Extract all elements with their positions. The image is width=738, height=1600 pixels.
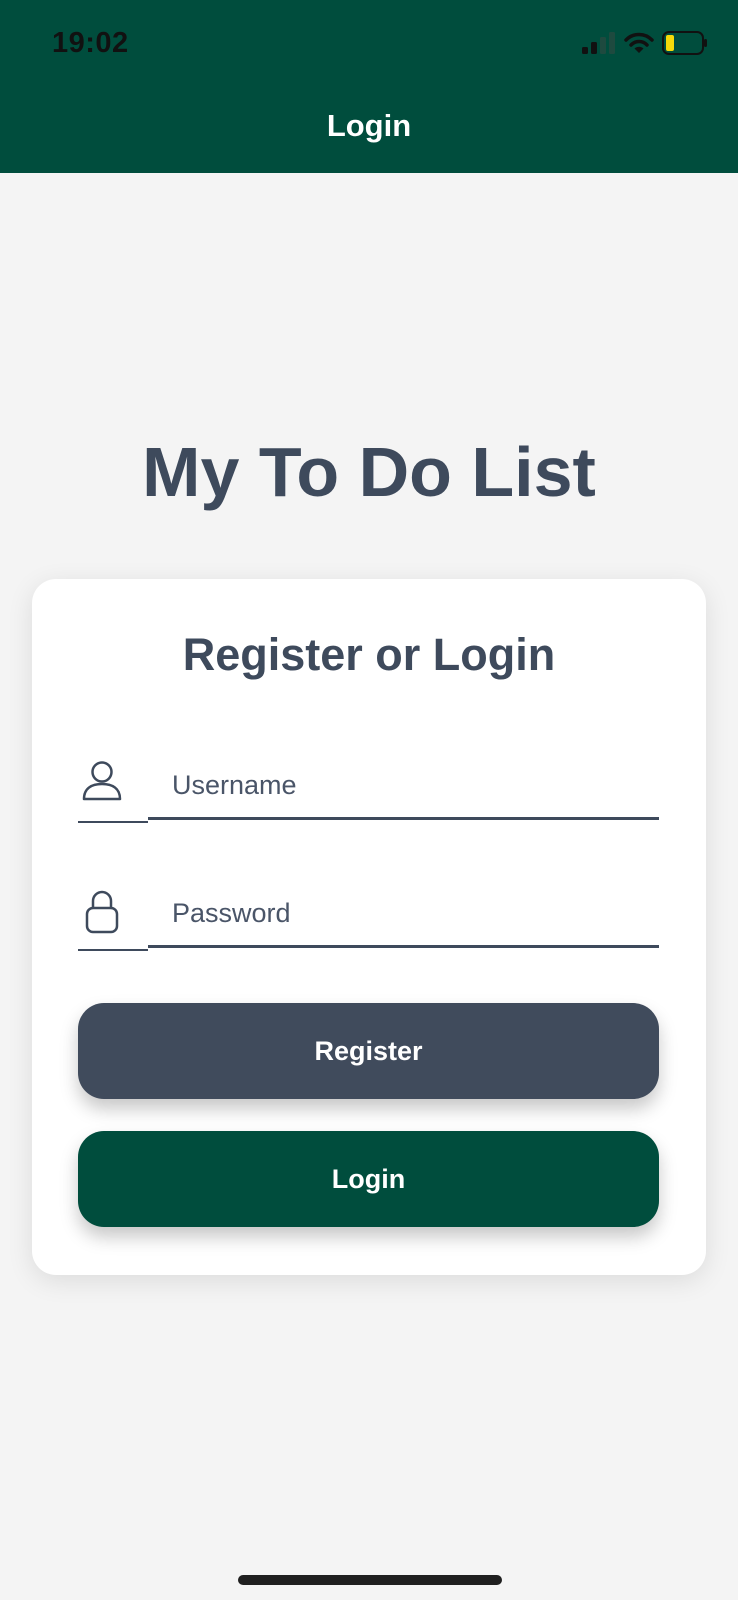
username-input[interactable] <box>148 753 659 820</box>
lock-icon <box>78 881 126 951</box>
password-icon-underline <box>78 949 148 951</box>
header-title: Login <box>326 108 412 143</box>
wifi-icon <box>624 32 654 59</box>
username-icon-underline <box>78 821 148 823</box>
register-button[interactable]: Register <box>78 1003 659 1099</box>
username-field <box>78 753 659 823</box>
card-title: Register or Login <box>182 629 556 680</box>
battery-low-icon <box>662 30 708 60</box>
login-card: Register or Login Register Login <box>32 579 706 1275</box>
login-button[interactable]: Login <box>78 1131 659 1227</box>
app-title: My To Do List <box>142 433 596 511</box>
home-indicator[interactable] <box>238 1575 502 1585</box>
status-icons <box>582 30 708 60</box>
app-header: 19:02 Login <box>0 0 738 173</box>
status-time: 19:02 <box>52 27 129 59</box>
password-field <box>78 881 659 951</box>
cellular-signal-icon <box>582 31 616 59</box>
password-input[interactable] <box>148 881 659 948</box>
user-icon <box>78 753 126 823</box>
